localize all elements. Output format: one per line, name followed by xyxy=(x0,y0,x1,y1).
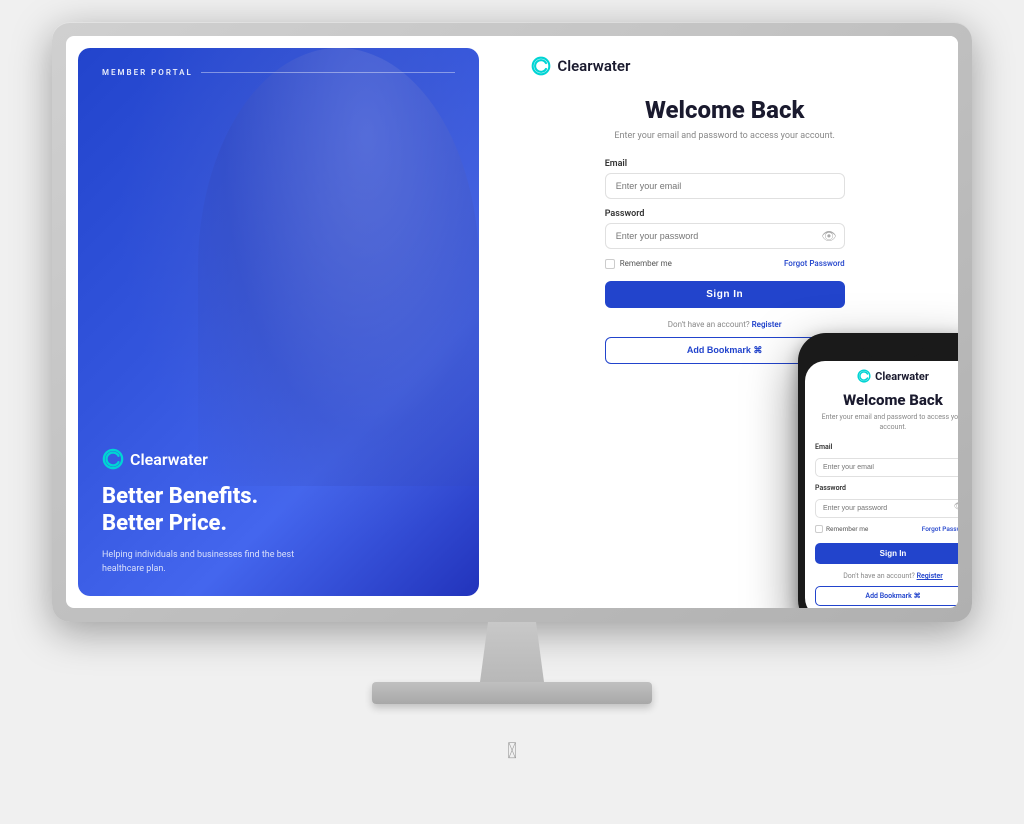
sub-tagline: Helping individuals and businesses find … xyxy=(102,549,302,576)
left-panel: MEMBER PORTAL Clearwater Better Benefi xyxy=(78,48,479,596)
phone-remember-row: Remember me Forgot Password xyxy=(815,525,958,533)
member-portal-line xyxy=(201,72,456,73)
no-account-text: Don't have an account? Register xyxy=(605,320,845,329)
tagline: Better Benefits. Better Price. xyxy=(102,484,455,537)
phone-register-link[interactable]: Register xyxy=(917,572,943,580)
phone-password-label: Password xyxy=(815,484,958,492)
right-panel: Clearwater Welcome Back Enter your email… xyxy=(491,36,958,608)
register-link[interactable]: Register xyxy=(752,320,782,329)
left-bottom: Clearwater Better Benefits. Better Price… xyxy=(102,448,455,576)
eye-toggle-icon[interactable]: 👁 xyxy=(821,229,836,243)
imac-screen-bezel: MEMBER PORTAL Clearwater Better Benefi xyxy=(52,22,972,622)
password-label: Password xyxy=(605,209,845,219)
phone-password-input[interactable] xyxy=(815,499,958,518)
phone-password-wrapper: 👁 xyxy=(815,495,958,518)
left-logo: Clearwater xyxy=(102,448,455,470)
phone-eye-icon[interactable]: 👁 xyxy=(954,502,958,512)
phone-no-account: Don't have an account? Register xyxy=(815,572,958,580)
phone-remember-label: Remember me xyxy=(826,525,868,533)
phone-bezel: Clearwater Welcome Back Enter your email… xyxy=(798,333,958,608)
phone-welcome-subtitle: Enter your email and password to access … xyxy=(815,413,958,433)
right-logo: Clearwater xyxy=(531,56,630,76)
left-logo-text: Clearwater xyxy=(130,450,208,469)
imac-base:  xyxy=(372,682,652,704)
phone-forgot-link[interactable]: Forgot Password xyxy=(922,525,958,533)
right-logo-icon xyxy=(531,56,551,76)
clearwater-logo-icon xyxy=(102,448,124,470)
phone-bookmark-button[interactable]: Add Bookmark ⌘ xyxy=(815,586,958,606)
sign-in-button[interactable]: Sign In xyxy=(605,281,845,308)
phone-mockup: Clearwater Welcome Back Enter your email… xyxy=(798,333,958,608)
phone-email-label: Email xyxy=(815,443,958,451)
phone-sign-in-button[interactable]: Sign In xyxy=(815,543,958,564)
phone-screen: Clearwater Welcome Back Enter your email… xyxy=(805,361,958,608)
right-logo-text: Clearwater xyxy=(557,57,630,75)
email-label: Email xyxy=(605,159,845,169)
phone-logo-text: Clearwater xyxy=(875,370,929,383)
email-input[interactable] xyxy=(605,173,845,199)
welcome-title: Welcome Back xyxy=(605,96,845,124)
phone-email-input[interactable] xyxy=(815,458,958,477)
member-portal-text: MEMBER PORTAL xyxy=(102,68,193,77)
person-silhouette xyxy=(198,48,479,486)
remember-me-label: Remember me xyxy=(620,259,672,268)
welcome-subtitle: Enter your email and password to access … xyxy=(605,130,845,143)
remember-left: Remember me xyxy=(605,259,672,269)
remember-row: Remember me Forgot Password xyxy=(605,259,845,269)
forgot-password-link[interactable]: Forgot Password xyxy=(784,259,845,268)
imac-wrapper: MEMBER PORTAL Clearwater Better Benefi xyxy=(32,22,992,802)
imac-screen: MEMBER PORTAL Clearwater Better Benefi xyxy=(66,36,958,608)
imac-neck xyxy=(472,622,552,682)
password-input[interactable] xyxy=(605,223,845,249)
remember-me-checkbox[interactable] xyxy=(605,259,615,269)
password-wrapper: 👁 xyxy=(605,223,845,249)
login-form-container: Welcome Back Enter your email and passwo… xyxy=(605,96,845,364)
phone-logo: Clearwater xyxy=(815,369,958,383)
phone-remember-checkbox[interactable] xyxy=(815,525,823,533)
apple-logo-icon:  xyxy=(507,739,517,764)
phone-remember-left: Remember me xyxy=(815,525,868,533)
phone-logo-icon xyxy=(857,369,871,383)
phone-welcome-title: Welcome Back xyxy=(815,391,958,409)
member-portal-label: MEMBER PORTAL xyxy=(102,68,455,77)
phone-notch xyxy=(863,343,923,357)
